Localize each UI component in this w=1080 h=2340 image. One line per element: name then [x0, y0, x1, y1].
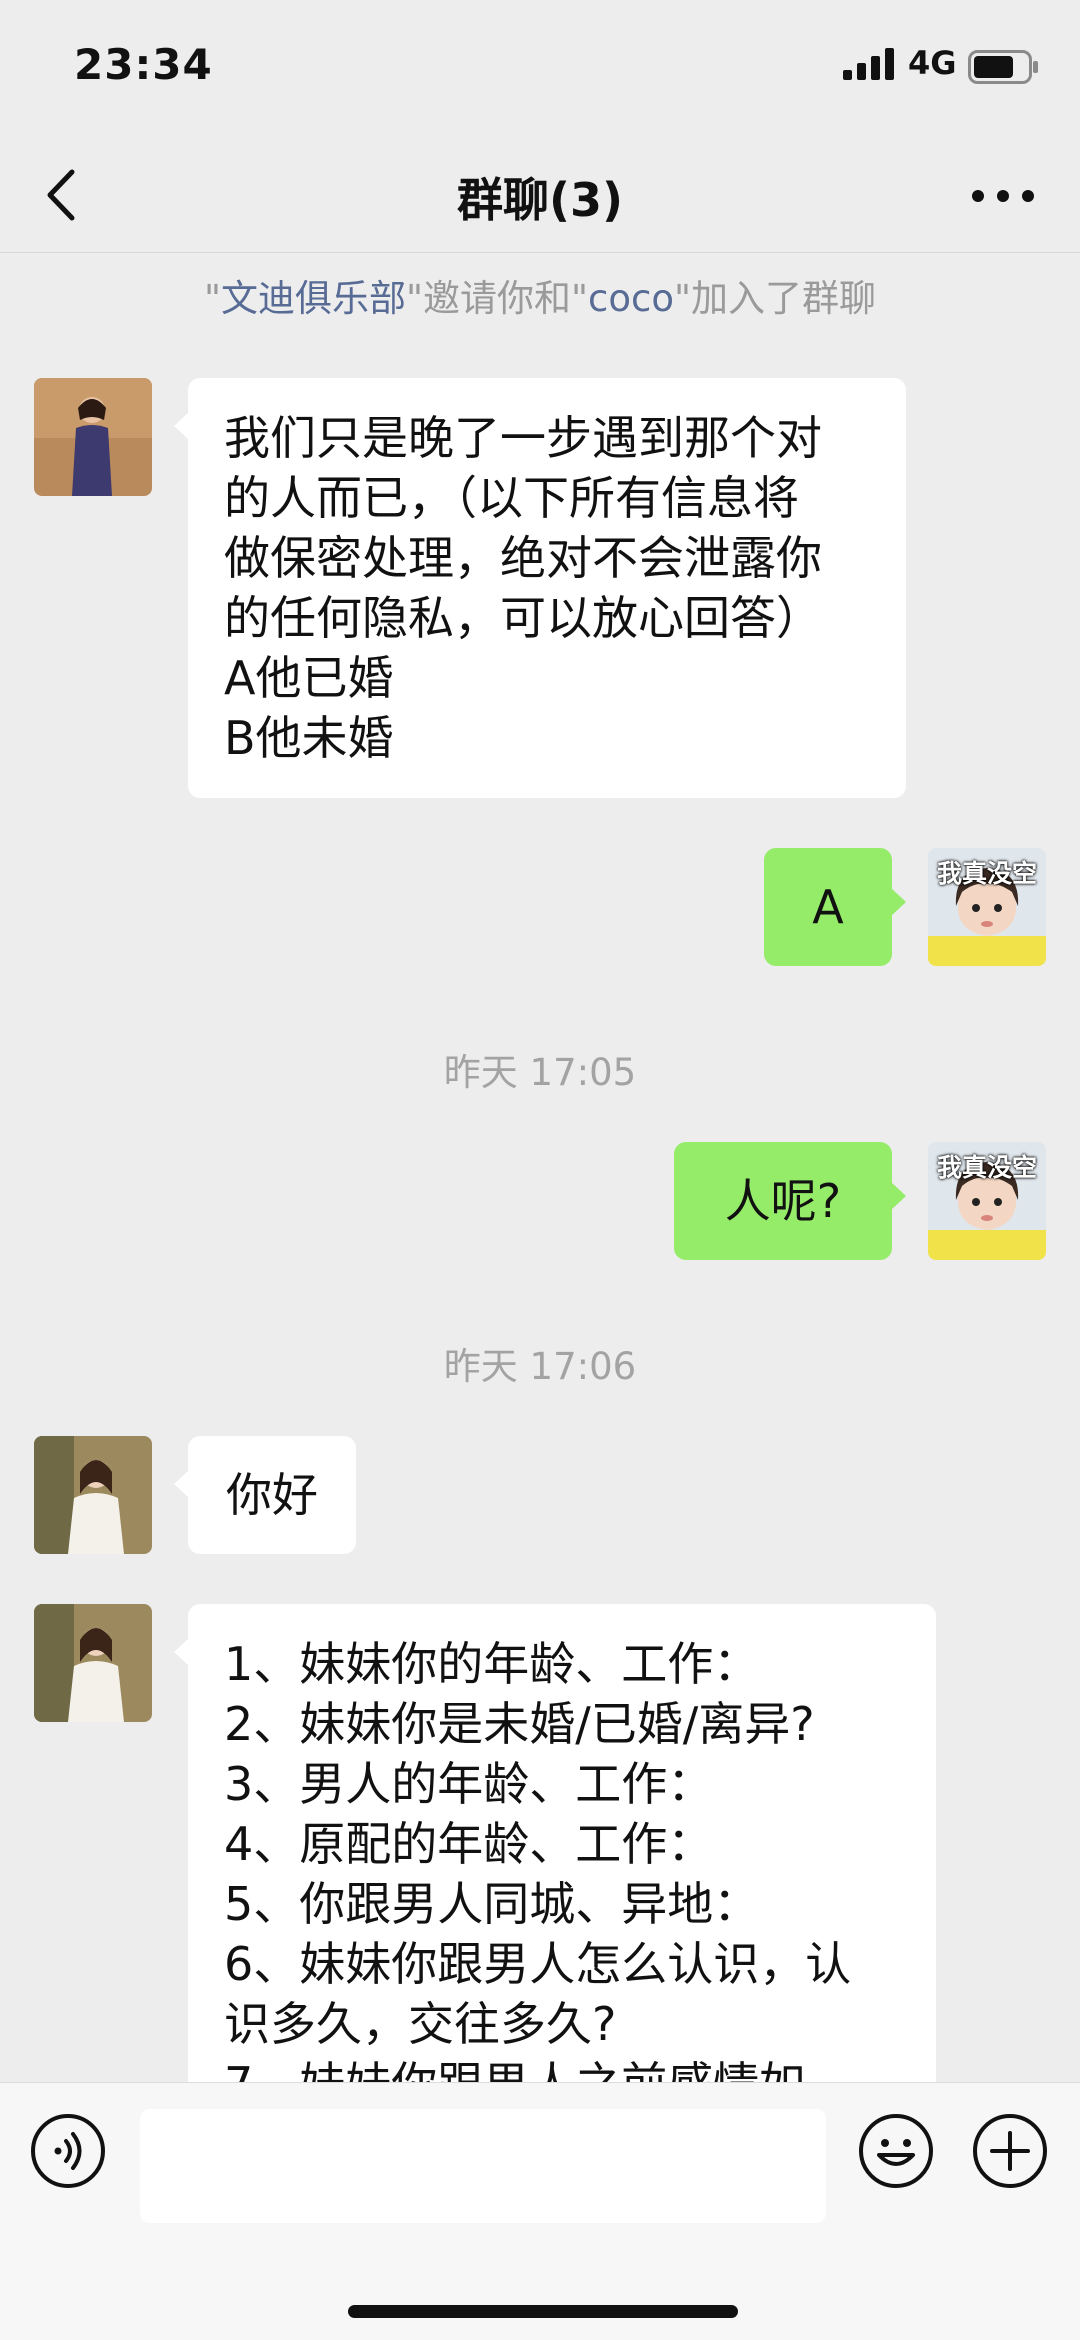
avatar-self[interactable]: 我真没空 [928, 1142, 1046, 1260]
avatar-caption: 我真没空 [936, 1153, 1037, 1182]
message-bubble-self[interactable]: 人呢? [674, 1142, 906, 1260]
avatar-self[interactable]: 我真没空 [928, 848, 1046, 966]
timestamp: 昨天 17:05 [443, 1051, 637, 1094]
emoji-icon[interactable] [858, 2113, 934, 2189]
message-bubble[interactable]: 1、妹妹你的年龄、工作： 2、妹妹你是未婚/已婚/离异? 3、男人的年龄、工作：… [174, 1604, 936, 2144]
avatar[interactable] [34, 1436, 152, 1554]
inviter-name[interactable]: 文迪俱乐部 [221, 277, 406, 320]
status-bar: 23:34 4G [0, 0, 1080, 140]
message-input[interactable] [140, 2109, 826, 2223]
message-bubble[interactable]: 你好 [174, 1436, 356, 1554]
nav-bar: 群聊(3) [0, 140, 1080, 253]
system-message: "文迪俱乐部"邀请你和"coco"加入了群聊 [203, 277, 877, 320]
home-indicator[interactable] [348, 2305, 738, 2318]
input-bar [0, 2082, 1080, 2340]
network-label: 4G [908, 44, 957, 82]
message-bubble-self[interactable]: A [764, 848, 906, 966]
battery-icon [968, 50, 1038, 84]
chat-title: 群聊(3) [456, 173, 624, 227]
signal-icon [843, 48, 894, 80]
message-bubble[interactable]: 我们只是晚了一步遇到那个对 的人而已，（以下所有信息将 做保密处理，绝对不会泄露… [174, 378, 906, 798]
voice-icon[interactable] [30, 2113, 106, 2189]
timestamp: 昨天 17:06 [443, 1345, 637, 1388]
avatar[interactable] [34, 1604, 152, 1722]
avatar[interactable] [34, 378, 152, 496]
plus-icon[interactable] [972, 2113, 1048, 2189]
more-dots-icon[interactable] [968, 178, 1038, 214]
avatar-caption: 我真没空 [936, 859, 1037, 888]
status-time: 23:34 [74, 40, 213, 89]
invitee-name[interactable]: coco [588, 277, 674, 320]
